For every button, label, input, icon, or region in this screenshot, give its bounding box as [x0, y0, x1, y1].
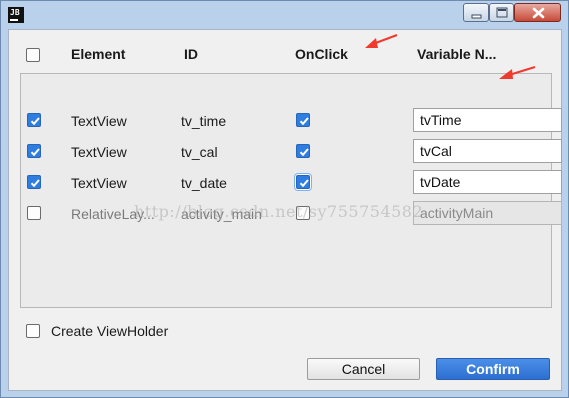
variable-name-input[interactable]: tvTime — [413, 108, 562, 132]
element-type: TextView — [71, 175, 127, 191]
row-select-checkbox[interactable] — [27, 175, 41, 189]
row-select-checkbox[interactable] — [27, 206, 41, 220]
close-button[interactable] — [514, 3, 561, 22]
maximize-icon — [496, 7, 508, 18]
watermark: http://blog.csdn.net/sy755754582 — [134, 202, 424, 221]
app-icon-text: JB — [10, 8, 20, 17]
element-type: TextView — [71, 144, 127, 160]
elements-table: TextView tv_time tvTime TextView tv_cal … — [20, 73, 562, 308]
minimize-button[interactable] — [463, 3, 489, 22]
row-select-checkbox[interactable] — [27, 113, 41, 127]
maximize-button[interactable] — [489, 3, 514, 22]
column-header-id: ID — [184, 46, 198, 62]
annotation-arrow-icon — [499, 65, 536, 79]
close-icon — [532, 7, 545, 19]
select-all-checkbox[interactable] — [26, 48, 40, 62]
row-select-checkbox[interactable] — [27, 144, 41, 158]
onclick-checkbox[interactable] — [296, 144, 310, 158]
jetbrains-app-icon: JB — [8, 7, 24, 23]
element-type: TextView — [71, 113, 127, 129]
variable-name-input[interactable]: tvCal — [413, 139, 562, 163]
minimize-icon — [471, 14, 482, 19]
title-bar[interactable]: JB — [1, 1, 568, 28]
confirm-button[interactable]: Confirm — [436, 358, 550, 380]
variable-name-input: activityMain — [413, 201, 562, 225]
onclick-checkbox[interactable] — [296, 113, 310, 127]
annotation-arrow-icon — [365, 33, 398, 48]
column-header-variable-name: Variable N... — [417, 46, 497, 62]
dialog-window: JB Element ID OnClick Variable N... Text… — [0, 0, 569, 398]
column-header-element: Element — [71, 46, 126, 62]
dialog-content: Element ID OnClick Variable N... TextVie… — [8, 29, 562, 391]
element-id: tv_date — [181, 175, 227, 191]
column-header-onclick: OnClick — [295, 46, 348, 62]
variable-name-input[interactable]: tvDate — [413, 170, 562, 194]
create-viewholder-checkbox[interactable] — [26, 324, 40, 338]
element-id: tv_cal — [181, 144, 218, 160]
onclick-checkbox[interactable] — [296, 175, 310, 189]
create-viewholder-label[interactable]: Create ViewHolder — [51, 323, 168, 339]
element-id: tv_time — [181, 113, 227, 129]
cancel-button[interactable]: Cancel — [307, 358, 420, 380]
